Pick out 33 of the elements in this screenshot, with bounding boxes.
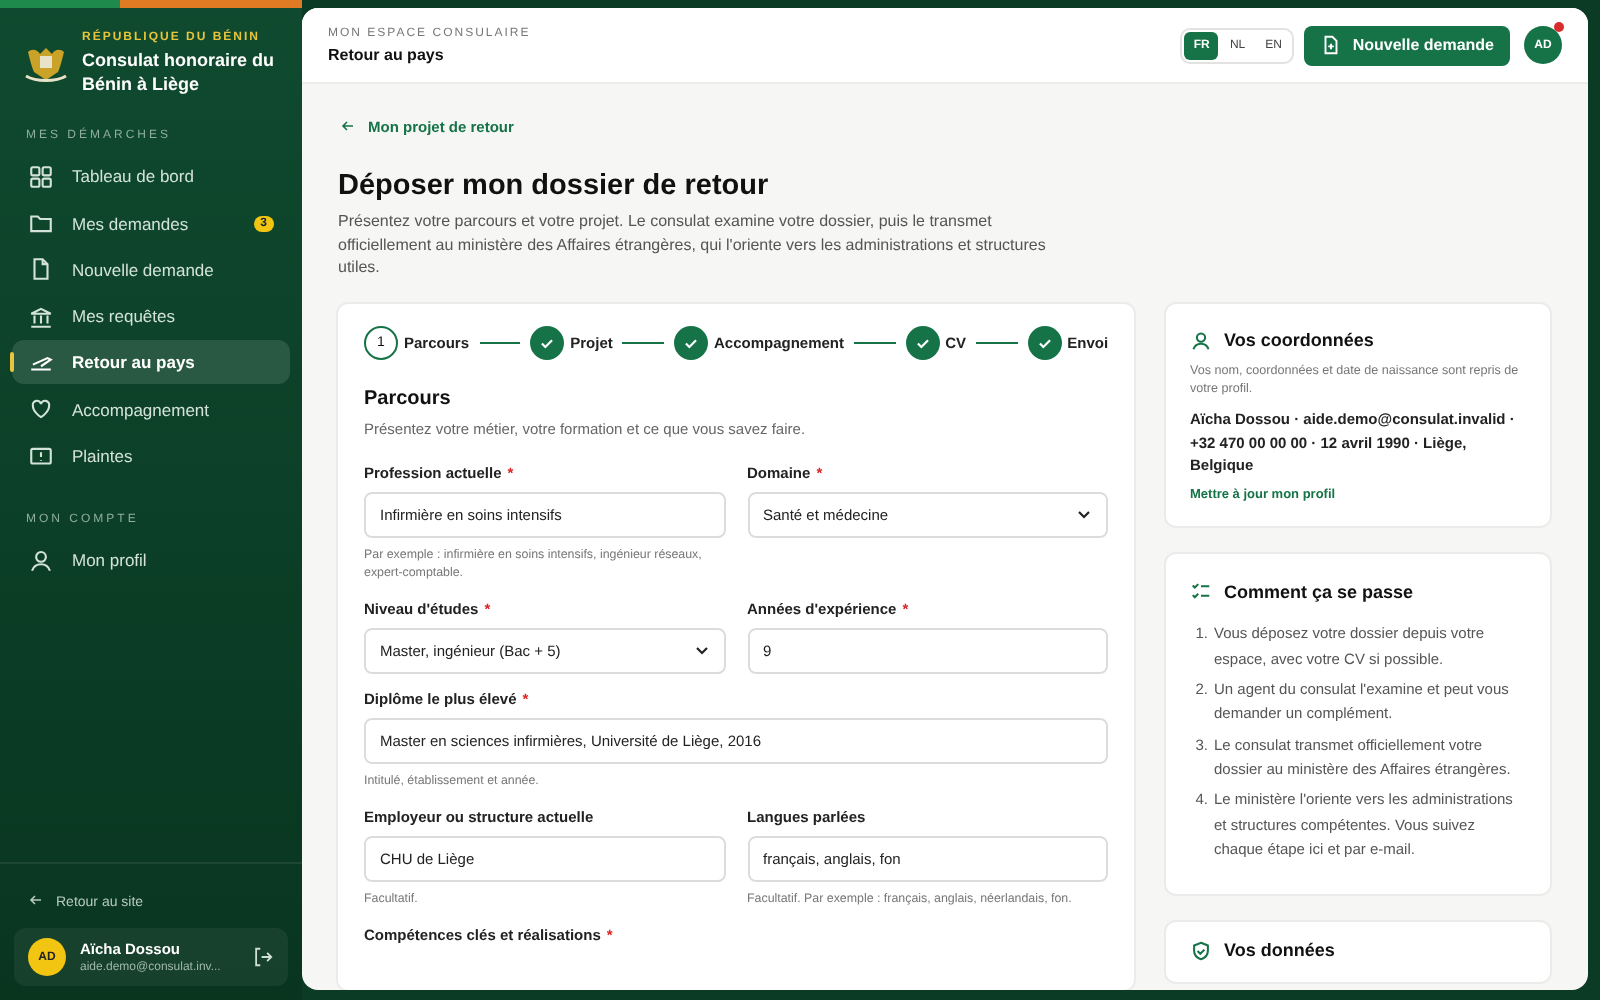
card-title: Vos données [1224, 940, 1335, 961]
section-title: Parcours [364, 387, 453, 410]
nav-item[interactable]: Accompagnement [12, 387, 290, 432]
page-heading: Retour au pays [328, 45, 446, 63]
user-icon [1190, 329, 1212, 352]
consulate-name: Consulat honoraire du Bénin à Liège [82, 48, 277, 97]
nav-item[interactable]: Retour au pays [12, 340, 290, 385]
nav-item[interactable]: Mon profil [12, 538, 290, 583]
user-icon [28, 547, 54, 574]
new-request-button[interactable]: Nouvelle demande [1304, 25, 1510, 65]
nav-item[interactable]: Mes requêtes [12, 294, 290, 339]
message-icon [28, 443, 54, 470]
heart-icon [28, 396, 54, 423]
arrow-left-icon [340, 118, 356, 134]
bank-icon [28, 303, 54, 330]
checklist-icon [1190, 580, 1212, 603]
chevron-down-icon [693, 642, 709, 659]
folder-icon [28, 210, 54, 237]
logout-icon[interactable] [252, 946, 274, 968]
shield-check-icon [1190, 939, 1212, 962]
file-icon [1320, 34, 1343, 56]
arrow-left-icon [28, 892, 44, 908]
page-title: Déposer mon dossier de retour [338, 170, 771, 202]
coat-of-arms-icon [22, 44, 70, 84]
file-icon [28, 256, 54, 283]
card-title: Vos coordonnées [1224, 330, 1374, 351]
chevron-down-icon [1076, 506, 1092, 523]
page-intro: Présentez votre parcours et votre projet. Le consulat examine votre dossier, puis le transmet officiellement au ministère des Affaires étrangères, qui l'oriente vers les administrations et structures utiles. [338, 210, 1048, 280]
card-title: Comment ça se passe [1224, 581, 1414, 602]
nav-item[interactable]: Plaintes [12, 434, 290, 479]
grid-icon [28, 163, 54, 190]
nav-item[interactable]: Nouvelle demande [12, 247, 290, 292]
nav-item[interactable]: Tableau de bord [12, 154, 290, 199]
